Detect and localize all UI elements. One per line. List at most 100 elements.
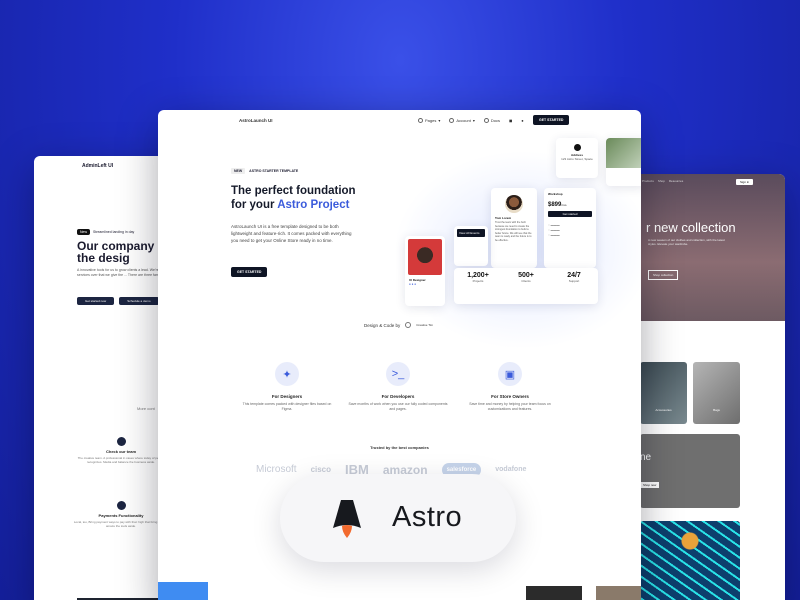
nav-pages[interactable]: Pages ▾	[418, 118, 440, 123]
right-tile-bags-label: Bags	[713, 408, 720, 412]
social-icons[interactable]: ● ● ●	[405, 282, 445, 286]
left-more-label: More cont	[137, 406, 155, 411]
feature-store-owners: ▣ For Store Owners Save time and money b…	[460, 362, 560, 412]
photo-card: UI Designer ● ● ●	[405, 236, 445, 306]
design-credit: Design & Code by Creative Tim	[364, 322, 433, 328]
stat-projects-label: Projects	[472, 279, 484, 283]
left-feature-payments-title: Payments Functionality	[98, 513, 144, 518]
right-tile-accessories[interactable]: Accessories	[640, 362, 687, 424]
nav-account[interactable]: Account ▾	[449, 118, 475, 123]
right-astronaut-image	[640, 521, 740, 600]
stat-clients-label: Clients	[521, 279, 531, 283]
pages-icon	[418, 118, 423, 123]
nav-pages-label: Pages	[425, 118, 437, 123]
creative-tim-label[interactable]: Creative Tim	[416, 323, 433, 327]
main-nav-links: Pages ▾ Account ▾ Docs ◼ ●	[418, 118, 524, 123]
creative-tim-icon	[405, 322, 412, 328]
price-value: $899	[548, 202, 562, 208]
account-icon	[449, 118, 455, 123]
portrait-image	[408, 239, 442, 275]
left-logo: AdminLeft UI	[82, 163, 114, 169]
feature-store-owners-desc: Save time and money by helping your team…	[469, 402, 551, 411]
right-banner-text: ne	[640, 452, 652, 463]
buy-button[interactable]: Get started	[548, 211, 592, 217]
right-subtext: A new season of our clothes and collecti…	[648, 238, 725, 246]
cisco-logo: cisco	[310, 465, 332, 474]
feature-developers-desc: Save months of work when you use our ful…	[348, 402, 448, 411]
figma-icon: ✦	[275, 362, 299, 386]
hero-badge: NEW ASTRO STARTER TEMPLATE	[231, 168, 298, 174]
hero-get-started-button[interactable]: GET STARTED	[231, 267, 268, 277]
stat-clients: 500+ Clients	[506, 272, 546, 283]
terminal-icon: >_	[386, 362, 410, 386]
right-banner-button[interactable]: Shop now	[640, 482, 660, 488]
vodafone-logo: vodafone	[495, 466, 527, 473]
feature-developers: >_ For Developers Save months of work wh…	[348, 362, 448, 412]
hero-title-accent: Astro Project	[277, 199, 350, 211]
feature-designers-title: For Designers	[271, 394, 303, 399]
payment-icon	[116, 501, 126, 510]
left-feature-team: Check our team The creative team. A prof…	[71, 437, 171, 464]
docs-icon	[483, 118, 489, 123]
discord-icon[interactable]: ◼	[509, 118, 512, 123]
right-nav-item[interactable]: Shop	[658, 179, 665, 183]
landscape-image	[606, 138, 641, 168]
main-brand[interactable]: AstroLaunch UI	[239, 118, 273, 123]
feature-designers-desc: This template comes packed with designer…	[242, 402, 332, 411]
profile-card: Tom Lorem Trust the team with the built …	[491, 188, 537, 268]
right-tile-bags[interactable]: Bags	[693, 362, 740, 424]
design-credit-label: Design & Code by	[364, 322, 401, 328]
nav-account-label: Account	[456, 118, 471, 123]
price: $899/mo	[548, 202, 592, 208]
right-headline: r new collection	[646, 220, 736, 235]
location-icon	[573, 144, 581, 151]
address-value: 123 Astro Street, Space	[561, 157, 593, 161]
workshop-label: Workshop	[548, 192, 563, 196]
astro-logo-icon	[333, 500, 361, 538]
right-shop-button[interactable]: Shop collection	[648, 270, 679, 280]
left-feature-payments: Payments Functionality Local, too, Bring…	[71, 501, 171, 528]
view-events-button[interactable]: View All Events	[457, 229, 485, 237]
feature-store-owners-title: For Store Owners	[491, 394, 529, 399]
landscape-card	[606, 138, 641, 186]
hero-description: AstroLaunch UI is a free template design…	[231, 224, 352, 243]
badge-new: NEW	[231, 168, 246, 174]
events-card: View All Events	[454, 226, 488, 266]
feature-designers: ✦ For Designers This template comes pack…	[237, 362, 337, 412]
left-announcement: New Streamlined landing in day	[77, 229, 134, 235]
badge-text: ASTRO STARTER TEMPLATE	[249, 169, 299, 173]
stat-projects: 1,200+ Projects	[458, 272, 498, 283]
nav-docs[interactable]: Docs	[483, 118, 500, 123]
right-signin-button[interactable]: Sign in	[736, 179, 754, 185]
stat-support-label: Support	[568, 279, 580, 283]
main-navbar: AstroLaunch UI Pages ▾ Account ▾ Docs ◼ …	[158, 110, 641, 132]
bottom-blue-block	[158, 582, 208, 600]
price-unit: /mo	[561, 203, 567, 207]
feature-developers-title: For Developers	[381, 394, 415, 399]
right-banner: ne Shop now	[640, 434, 740, 508]
bottom-photo-2	[596, 586, 641, 600]
left-primary-button[interactable]: Get started now	[77, 297, 115, 305]
left-feature-team-title: Check our team	[105, 449, 136, 454]
right-nav-item[interactable]: Resources	[669, 179, 683, 183]
left-feature-payments-desc: Local, too, Bring payment ways to pay wi…	[73, 520, 169, 528]
github-icon[interactable]: ●	[521, 118, 523, 123]
left-secondary-button[interactable]: Schedule a demo	[119, 297, 159, 305]
right-nav: Products Shop Resources	[642, 179, 683, 183]
astro-label: Astro	[392, 501, 463, 533]
stat-support-value: 24/7	[567, 272, 581, 279]
right-nav-item[interactable]: Products	[642, 179, 654, 183]
address-card: Address 123 Astro Street, Space	[556, 138, 598, 178]
shopping-bag-icon: ▣	[498, 362, 522, 386]
left-pill-text: Streamlined landing in day	[93, 230, 135, 234]
hero-title-line-2: for your Astro Project	[231, 198, 356, 212]
pricing-card: Workshop $899/mo Get started ○ ▬▬▬ ○ ▬▬▬ ○…	[544, 188, 596, 268]
microsoft-logo: Microsoft	[256, 464, 297, 475]
bottom-preview-strip	[158, 580, 641, 600]
stat-projects-value: 1,200+	[467, 272, 489, 279]
left-new-tag: New	[77, 229, 91, 235]
astro-badge: Astro	[280, 474, 516, 562]
nav-get-started-button[interactable]: GET STARTED	[533, 115, 570, 125]
pricing-features: ○ ▬▬▬ ○ ▬▬▬ ○ ▬▬▬	[548, 223, 560, 237]
nav-docs-label: Docs	[490, 118, 500, 123]
